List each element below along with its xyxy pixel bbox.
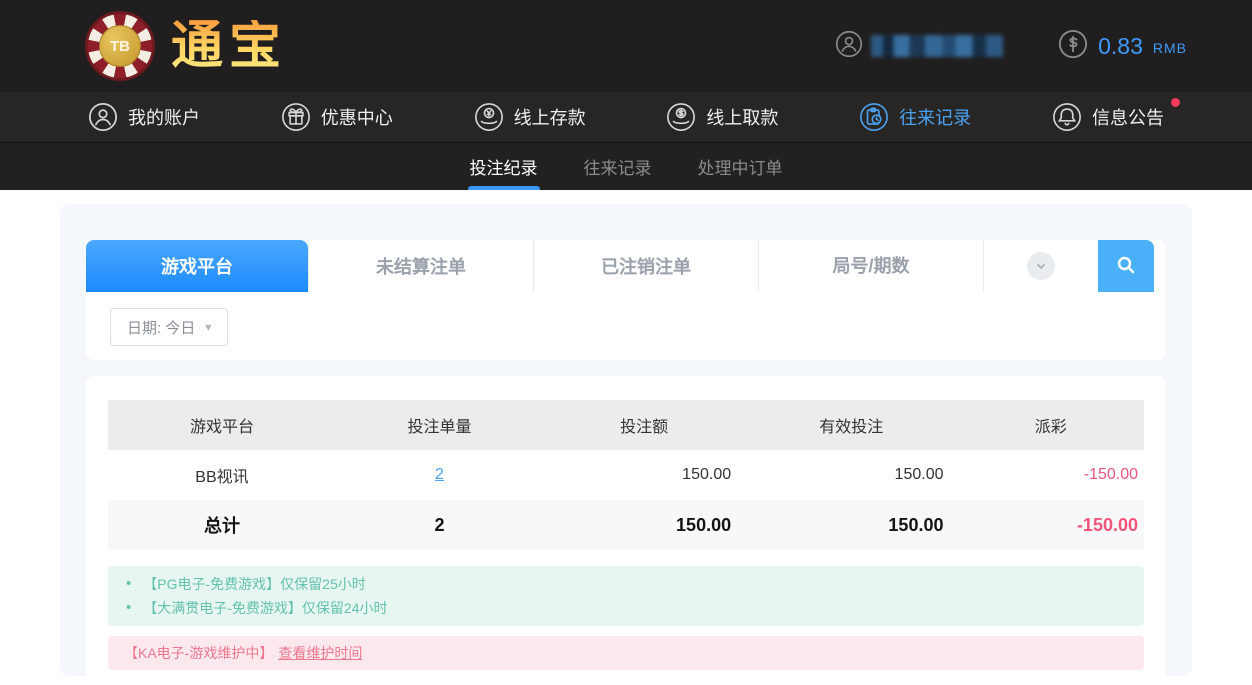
filter-card: 游戏平台 未结算注单 已注销注单 <box>86 240 1166 360</box>
bell-icon <box>1052 102 1082 132</box>
bullet-icon: • <box>126 596 131 620</box>
table-row: BB视讯 2 150.00 150.00 -150.00 <box>108 450 1144 500</box>
brand-logo[interactable]: TB 通宝 <box>85 11 287 81</box>
total-bet-amount: 150.00 <box>543 500 745 550</box>
info-notice-line: • 【PG电子-免费游戏】仅保留25小时 <box>126 572 1126 596</box>
balance-amount: 0.83 <box>1098 33 1143 60</box>
chevron-down-icon <box>1027 252 1055 280</box>
nav-label: 线上存款 <box>514 104 586 130</box>
bullet-icon: • <box>126 572 131 596</box>
filter-tabs: 游戏平台 未结算注单 已注销注单 <box>86 240 1166 292</box>
bet-summary-card: 游戏平台 投注单量 投注额 有效投注 派彩 BB视讯 2 150.00 <box>86 376 1166 682</box>
user-avatar-icon <box>835 30 863 63</box>
bet-summary-table: 游戏平台 投注单量 投注额 有效投注 派彩 BB视讯 2 150.00 <box>108 400 1144 550</box>
col-game-platform: 游戏平台 <box>108 400 336 450</box>
notification-badge <box>1171 98 1180 107</box>
date-filter-row: 日期: 今日 ▾ <box>86 292 1166 360</box>
subnav-item-bet-records[interactable]: 投注纪录 <box>468 143 540 190</box>
nav-label: 往来记录 <box>899 104 971 130</box>
nav-label: 优惠中心 <box>321 104 393 130</box>
nav-label: 信息公告 <box>1092 104 1164 130</box>
nav-item-withdraw[interactable]: 线上取款 <box>666 102 778 132</box>
logo-chip-text: TB <box>99 25 141 67</box>
subnav-item-transactions[interactable]: 往来记录 <box>582 143 654 190</box>
top-header: TB 通宝 0.83 RMB <box>0 0 1252 92</box>
col-payout: 派彩 <box>957 400 1144 450</box>
tab-cancelled-bets[interactable]: 已注销注单 <box>533 240 758 292</box>
date-filter-label: 日期: 今日 <box>127 317 195 338</box>
search-button[interactable] <box>1098 240 1154 292</box>
subnav-item-pending-orders[interactable]: 处理中订单 <box>696 143 785 190</box>
gift-icon <box>281 102 311 132</box>
caret-down-icon: ▾ <box>205 320 211 334</box>
sub-nav: 投注纪录 往来记录 处理中订单 <box>0 142 1252 190</box>
brand-name: 通宝 <box>171 20 287 72</box>
col-bet-amount: 投注额 <box>543 400 745 450</box>
total-label: 总计 <box>108 500 336 550</box>
col-valid-bet: 有效投注 <box>745 400 957 450</box>
username-blurred <box>871 35 1003 57</box>
logo-chip-icon: TB <box>85 11 155 81</box>
filter-dropdown[interactable] <box>983 240 1098 292</box>
content-area: 游戏平台 未结算注单 已注销注单 <box>0 190 1252 676</box>
round-number-input[interactable] <box>758 240 983 292</box>
nav-item-announcements[interactable]: 信息公告 <box>1052 102 1164 132</box>
total-valid-bet: 150.00 <box>745 500 957 550</box>
main-nav: 我的账户 优惠中心 线上存款 <box>0 92 1252 142</box>
cell-platform: BB视讯 <box>108 450 336 500</box>
maintenance-time-link[interactable]: 查看维护时间 <box>278 643 362 663</box>
info-notice-text: 【PG电子-免费游戏】仅保留25小时 <box>143 572 365 596</box>
info-notice-text: 【大满贯电子-免费游戏】仅保留24小时 <box>143 596 387 620</box>
search-icon <box>1114 253 1138 280</box>
withdraw-icon <box>666 102 696 132</box>
date-filter-button[interactable]: 日期: 今日 ▾ <box>110 308 228 346</box>
nav-label: 线上取款 <box>706 104 778 130</box>
records-panel: 游戏平台 未结算注单 已注销注单 <box>60 204 1192 676</box>
col-bet-count: 投注单量 <box>336 400 543 450</box>
nav-label: 我的账户 <box>128 104 200 130</box>
total-bet-count: 2 <box>336 500 543 550</box>
table-header-row: 游戏平台 投注单量 投注额 有效投注 派彩 <box>108 400 1144 450</box>
cell-bet-amount: 150.00 <box>543 450 745 500</box>
tab-game-platform[interactable]: 游戏平台 <box>86 240 308 292</box>
tab-unsettled-bets[interactable]: 未结算注单 <box>308 240 533 292</box>
cell-payout: -150.00 <box>957 450 1144 500</box>
nav-item-transactions[interactable]: 往来记录 <box>859 102 971 132</box>
maintenance-notice-text: 【KA电子-游戏维护中】 <box>124 643 273 663</box>
cell-valid-bet: 150.00 <box>745 450 957 500</box>
transactions-icon <box>859 102 889 132</box>
deposit-icon <box>474 102 504 132</box>
user-circle-icon <box>88 102 118 132</box>
maintenance-notice-box: 【KA电子-游戏维护中】 查看维护时间 <box>108 636 1144 670</box>
total-payout: -150.00 <box>957 500 1144 550</box>
nav-item-promotions[interactable]: 优惠中心 <box>281 102 393 132</box>
bet-count-link[interactable]: 2 <box>435 466 444 483</box>
coin-icon <box>1058 29 1088 64</box>
user-area: 0.83 RMB <box>835 29 1187 64</box>
cell-bet-count: 2 <box>336 450 543 500</box>
nav-item-deposit[interactable]: 线上存款 <box>474 102 586 132</box>
table-total-row: 总计 2 150.00 150.00 -150.00 <box>108 500 1144 550</box>
balance[interactable]: 0.83 RMB <box>1058 29 1187 64</box>
info-notice-box: • 【PG电子-免费游戏】仅保留25小时 • 【大满贯电子-免费游戏】仅保留24… <box>108 566 1144 626</box>
balance-currency: RMB <box>1153 40 1187 56</box>
nav-item-my-account[interactable]: 我的账户 <box>88 102 200 132</box>
info-notice-line: • 【大满贯电子-免费游戏】仅保留24小时 <box>126 596 1126 620</box>
user-info[interactable] <box>835 30 1003 63</box>
